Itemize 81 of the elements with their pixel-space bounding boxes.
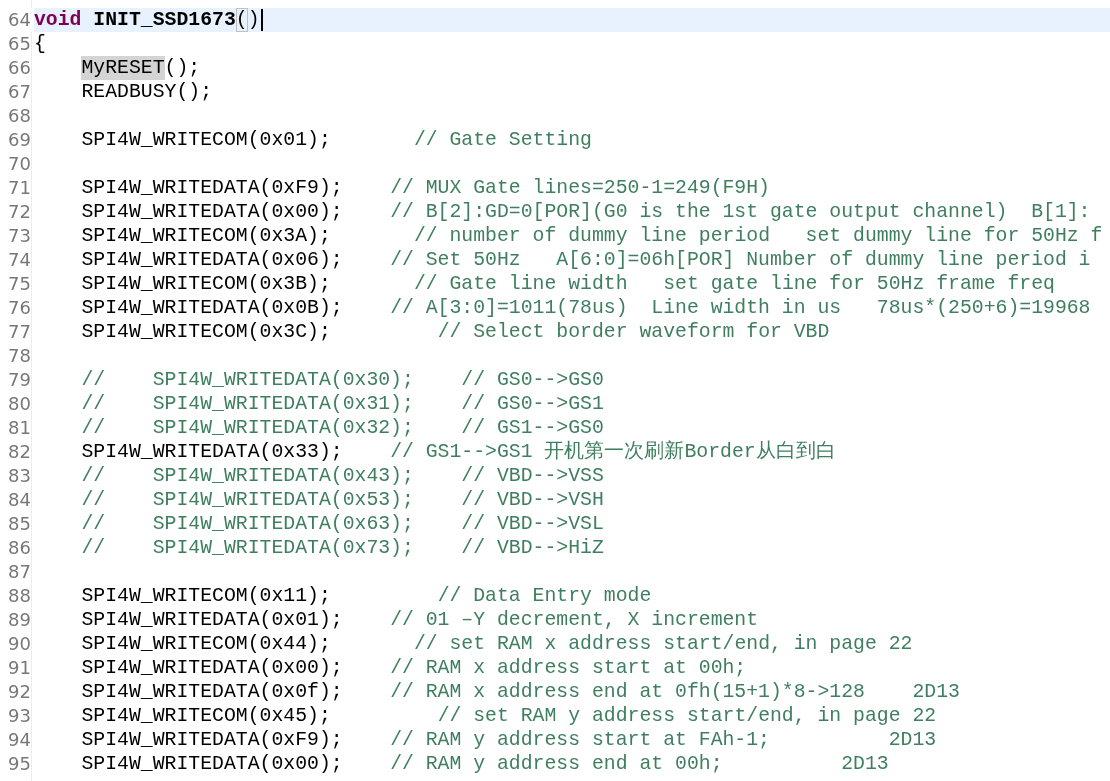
code-comment: // SPI4W_WRITEDATA(0x32); // GS1-->GS0	[81, 416, 604, 440]
highlighted-occurrence: MyRESET	[81, 56, 165, 80]
line-number: 72	[7, 200, 32, 224]
code-comment: // MUX Gate lines=250-1=249(F9H)	[390, 176, 770, 200]
code-text: ();	[164, 56, 201, 80]
line-number: 95	[7, 752, 32, 776]
line-number: 75	[7, 272, 32, 296]
line-number: 93	[7, 704, 32, 728]
code-text: SPI4W_WRITECOM(0x3B);	[81, 272, 331, 296]
code-comment: // GS1-->GS1 开机第一次刷新Border从白到白	[390, 440, 836, 464]
line-number: 78	[7, 344, 32, 368]
line-number: 82	[7, 440, 32, 464]
code-comment: // SPI4W_WRITEDATA(0x53); // VBD-->VSH	[81, 488, 604, 512]
code-comment: // 01 –Y decrement, X increment	[390, 608, 759, 632]
code-comment: // Select border waveform for VBD	[437, 320, 830, 344]
code-comment: // B[2]:GD=0[POR](G0 is the 1st gate output channel) B[1]:	[390, 200, 1091, 224]
code-comment: // SPI4W_WRITEDATA(0x31); // GS0-->GS1	[81, 392, 604, 416]
line-number: 84	[7, 488, 32, 512]
line-number: 83	[7, 464, 32, 488]
code-text: SPI4W_WRITECOM(0x3A);	[81, 224, 331, 248]
line-number: 88	[7, 584, 32, 608]
code-comment: // Data Entry mode	[437, 584, 652, 608]
line-number: 66	[7, 56, 32, 80]
code-text: SPI4W_WRITEDATA(0x01);	[81, 608, 343, 632]
code-comment: // SPI4W_WRITEDATA(0x73); // VBD-->HiZ	[81, 536, 604, 560]
code-text: SPI4W_WRITECOM(0x3C);	[81, 320, 331, 344]
line-number: 68	[7, 104, 32, 128]
line-number: 87	[7, 560, 32, 584]
code-comment: // Gate line width set gate line for 50Hz frame freq	[413, 272, 1055, 296]
code-text: SPI4W_WRITEDATA(0x00);	[81, 752, 343, 776]
code-text: SPI4W_WRITECOM(0x01);	[81, 128, 331, 152]
line-number: 73	[7, 224, 32, 248]
code-comment: // Set 50Hz A[6:0]=06h[POR] Number of dummy line period i	[390, 248, 1091, 272]
code-comment: // set RAM x address start/end, in page 22	[413, 632, 913, 656]
line-number: 89	[7, 608, 32, 632]
code-text: )	[247, 8, 260, 32]
line-number: 74	[7, 248, 32, 272]
line-number: 69	[7, 128, 32, 152]
code-comment: // SPI4W_WRITEDATA(0x63); // VBD-->VSL	[81, 512, 604, 536]
code-text: SPI4W_WRITEDATA(0x33);	[81, 440, 343, 464]
code-comment: // RAM y address end at 00h; 2D13	[390, 752, 889, 776]
code-text: SPI4W_WRITEDATA(0x06);	[81, 248, 343, 272]
code-text: SPI4W_WRITEDATA(0x0B);	[81, 296, 343, 320]
line-number: 81	[7, 416, 32, 440]
line-number: 79	[7, 368, 32, 392]
code-comment: // RAM x address start at 00h;	[390, 656, 747, 680]
code-comment: // set RAM y address start/end, in page 22	[437, 704, 937, 728]
code-text: SPI4W_WRITECOM(0x11);	[81, 584, 331, 608]
line-number: 94	[7, 728, 32, 752]
code-comment: // RAM x address end at 0fh(15+1)*8->128 2D13	[390, 680, 960, 704]
code-text: SPI4W_WRITECOM(0x44);	[81, 632, 331, 656]
code-text: READBUSY();	[81, 80, 213, 104]
code-text: SPI4W_WRITEDATA(0x00);	[81, 656, 343, 680]
code-comment: // SPI4W_WRITEDATA(0x30); // GS0-->GS0	[81, 368, 604, 392]
matched-bracket: (	[235, 8, 248, 32]
code-text: SPI4W_WRITEDATA(0x00);	[81, 200, 343, 224]
line-number: 92	[7, 680, 32, 704]
function-name: INIT_SSD1673	[93, 8, 236, 32]
line-number: 90	[7, 632, 32, 656]
line-number: 80	[7, 392, 32, 416]
code-comment: // A[3:0]=1011(78us) Line width in us 78us*(250+6)=19968	[390, 296, 1091, 320]
code-text: SPI4W_WRITEDATA(0xF9);	[81, 176, 343, 200]
line-number: 76	[7, 296, 32, 320]
code-text: SPI4W_WRITECOM(0x45);	[81, 704, 331, 728]
line-number: 91	[7, 656, 32, 680]
line-number: 86	[7, 536, 32, 560]
text-cursor	[260, 9, 263, 31]
code-text: SPI4W_WRITEDATA(0xF9);	[81, 728, 343, 752]
code-comment: // Gate Setting	[413, 128, 592, 152]
line-number: 65	[7, 32, 32, 56]
code-text: SPI4W_WRITEDATA(0x0f);	[81, 680, 343, 704]
line-number: 71	[7, 176, 32, 200]
code-comment: // RAM y address start at FAh-1; 2D13	[390, 728, 937, 752]
line-number: 70	[7, 152, 32, 176]
code-comment: // SPI4W_WRITEDATA(0x43); // VBD-->VSS	[81, 464, 604, 488]
code-text: {	[34, 32, 46, 56]
line-number: 67	[7, 80, 32, 104]
keyword: void	[34, 8, 82, 32]
line-number: 77	[7, 320, 32, 344]
code-comment: // number of dummy line period set dummy line for 50Hz f	[413, 224, 1103, 248]
line-number: 85	[7, 512, 32, 536]
